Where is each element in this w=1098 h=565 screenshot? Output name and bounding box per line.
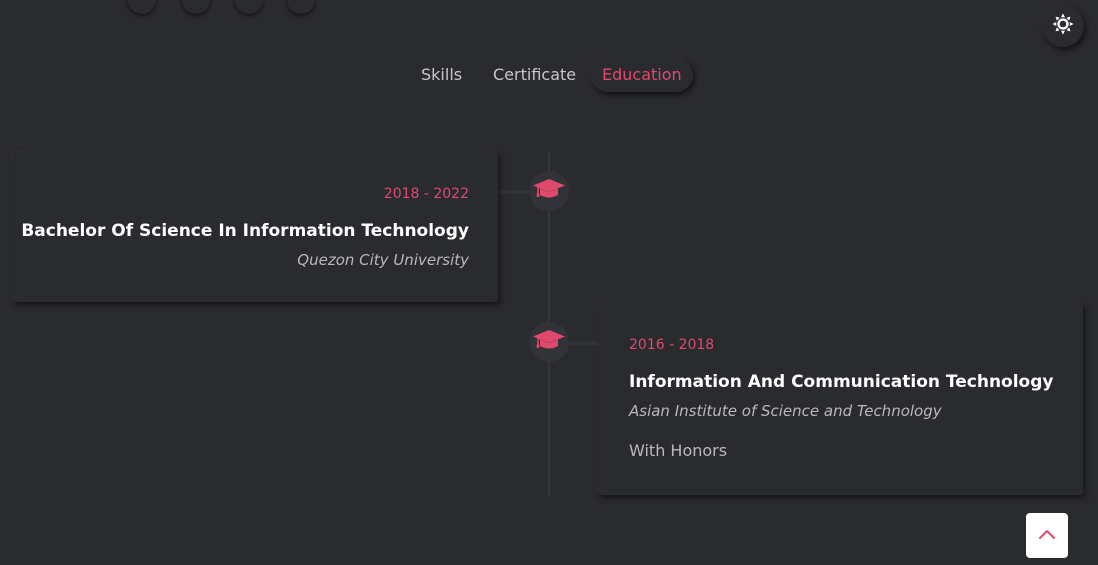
chevron-up-icon <box>1037 526 1057 545</box>
sun-icon <box>1052 13 1074 39</box>
social-link[interactable] <box>235 0 263 14</box>
page: Skills Certificate Education 2018 - 2022… <box>0 0 1098 565</box>
tab-skills[interactable]: Skills <box>410 58 473 92</box>
theme-toggle-button[interactable] <box>1042 5 1084 47</box>
tab-certificate[interactable]: Certificate <box>482 58 587 92</box>
timeline-node <box>529 322 569 362</box>
social-link[interactable] <box>182 0 210 14</box>
graduation-cap-icon <box>532 328 566 356</box>
social-link[interactable] <box>287 0 315 14</box>
education-degree: Information And Communication Technology <box>629 372 1054 392</box>
timeline-connector <box>568 341 598 345</box>
education-date: 2018 - 2022 <box>383 186 469 202</box>
education-degree: Bachelor Of Science In Information Techn… <box>21 221 469 241</box>
education-school: Asian Institute of Science and Technolog… <box>629 402 942 420</box>
social-link[interactable] <box>128 0 156 14</box>
timeline-connector <box>498 190 530 194</box>
graduation-cap-icon <box>532 177 566 205</box>
education-date: 2016 - 2018 <box>629 337 715 353</box>
education-school: Quezon City University <box>297 251 469 269</box>
tab-education[interactable]: Education <box>591 58 693 92</box>
timeline-node <box>529 171 569 211</box>
scroll-to-top-button[interactable] <box>1026 513 1068 558</box>
education-card: 2018 - 2022 Bachelor Of Science In Infor… <box>13 152 498 302</box>
education-note: With Honors <box>629 441 728 460</box>
education-card: 2016 - 2018 Information And Communicatio… <box>598 303 1083 495</box>
